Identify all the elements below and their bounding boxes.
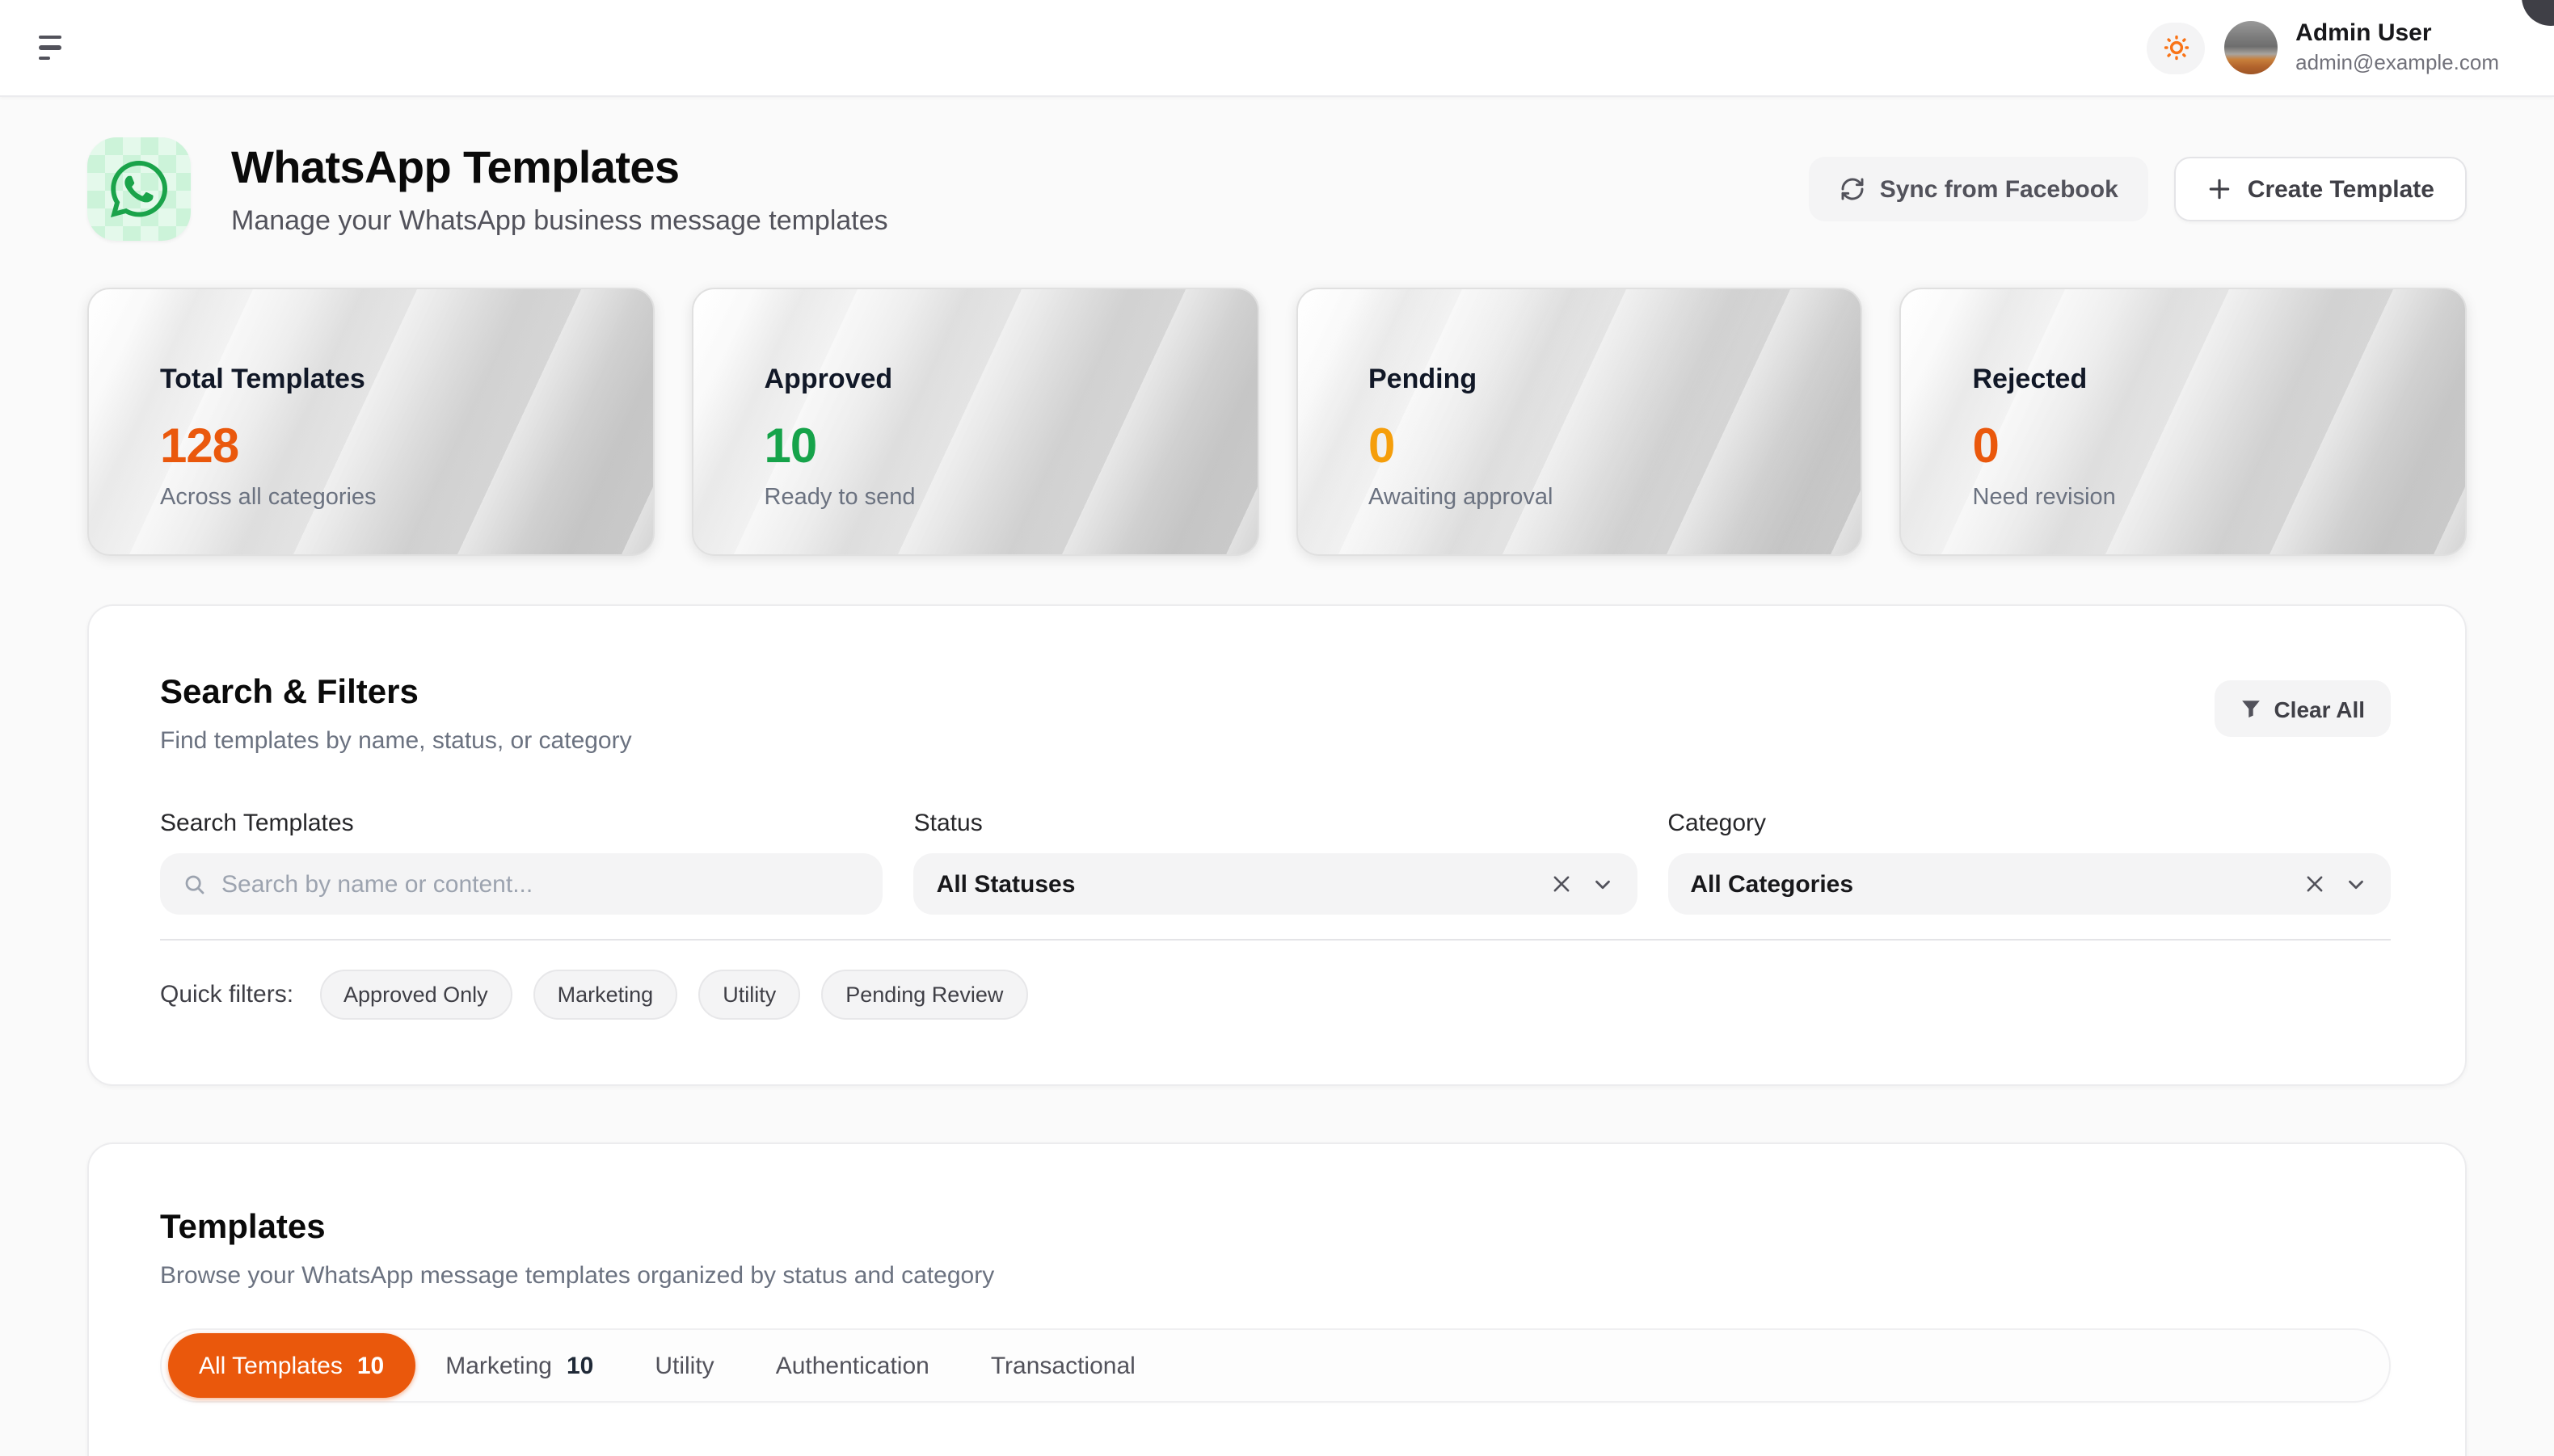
search-input-box: [160, 853, 883, 915]
stat-title: Pending: [1368, 364, 1829, 396]
user-meta: Admin User admin@example.com: [2295, 19, 2499, 76]
menu-icon: [39, 36, 61, 40]
status-clear-button[interactable]: [1546, 869, 1575, 898]
corner-ornament: [2522, 0, 2554, 26]
stat-caption: Ready to send: [765, 485, 1225, 511]
quick-filter-marketing[interactable]: Marketing: [533, 970, 678, 1020]
tab-label: Marketing: [445, 1352, 552, 1379]
quick-filters-row: Quick filters: Approved Only Marketing U…: [160, 970, 2391, 1020]
tab-authentication[interactable]: Authentication: [745, 1333, 960, 1398]
stats-row: Total Templates 128 Across all categorie…: [87, 288, 2467, 556]
category-label: Category: [1667, 810, 2391, 837]
stat-value: 128: [160, 420, 621, 475]
tab-label: Authentication: [776, 1352, 929, 1379]
topbar-user-area: Admin User admin@example.com: [2147, 19, 2499, 76]
page-header: WhatsApp Templates Manage your WhatsApp …: [87, 97, 2467, 241]
app-root: Admin User admin@example.com WhatsApp Te…: [0, 0, 2554, 1456]
stat-card-pending: Pending 0 Awaiting approval: [1296, 288, 1863, 556]
search-label: Search Templates: [160, 810, 883, 837]
status-label: Status: [914, 810, 1637, 837]
create-button-label: Create Template: [2248, 175, 2434, 203]
chevron-down-icon: [1590, 872, 1614, 896]
tab-count-badge: 10: [357, 1352, 384, 1379]
filters-header: Search & Filters Find templates by name,…: [160, 674, 2391, 755]
category-clear-button[interactable]: [2300, 869, 2329, 898]
sync-from-facebook-button[interactable]: Sync from Facebook: [1809, 157, 2149, 221]
stat-card-total: Total Templates 128 Across all categorie…: [87, 288, 655, 556]
filters-heading: Search & Filters: [160, 674, 632, 713]
templates-heading: Templates: [160, 1209, 2391, 1248]
funnel-icon: [2240, 698, 2261, 719]
stat-title: Rejected: [1973, 364, 2434, 396]
stat-card-rejected: Rejected 0 Need revision: [1900, 288, 2468, 556]
tab-utility[interactable]: Utility: [624, 1333, 744, 1398]
stat-caption: Across all categories: [160, 485, 621, 511]
status-select[interactable]: All Statuses: [914, 853, 1637, 915]
tab-all-templates[interactable]: All Templates 10: [168, 1333, 415, 1398]
quick-filter-pending-review[interactable]: Pending Review: [821, 970, 1027, 1020]
tab-count-badge: 10: [567, 1352, 593, 1379]
status-selected-value: All Statuses: [937, 870, 1532, 898]
page-subtitle: Manage your WhatsApp business message te…: [231, 204, 1768, 237]
menu-button[interactable]: [29, 26, 71, 70]
page-titles: WhatsApp Templates Manage your WhatsApp …: [231, 141, 1768, 237]
stat-title: Approved: [765, 364, 1225, 396]
templates-card: Templates Browse your WhatsApp message t…: [87, 1142, 2467, 1456]
sync-button-label: Sync from Facebook: [1880, 175, 2118, 203]
stat-value: 0: [1973, 420, 2434, 475]
search-field-group: Search Templates: [160, 810, 883, 915]
search-icon: [183, 872, 207, 896]
page-title: WhatsApp Templates: [231, 141, 1768, 193]
user-name: Admin User: [2295, 19, 2499, 50]
whatsapp-icon: [107, 157, 171, 221]
search-input[interactable]: [221, 870, 861, 898]
filter-grid: Search Templates Status All Statuses: [160, 810, 2391, 915]
tab-label: All Templates: [199, 1352, 343, 1379]
templates-tabbar: All Templates 10 Marketing 10 Utility Au…: [160, 1328, 2391, 1403]
clear-all-label: Clear All: [2274, 696, 2365, 722]
stat-caption: Need revision: [1973, 485, 2434, 511]
tab-label: Utility: [655, 1352, 714, 1379]
refresh-icon: [1840, 176, 1865, 202]
stat-value: 10: [765, 420, 1225, 475]
quick-filters-label: Quick filters:: [160, 981, 293, 1008]
category-select[interactable]: All Categories: [1667, 853, 2391, 915]
status-field-group: Status All Statuses: [914, 810, 1637, 915]
whatsapp-app-icon: [87, 137, 191, 241]
templates-subtitle: Browse your WhatsApp message templates o…: [160, 1262, 2391, 1290]
x-icon: [2303, 873, 2326, 895]
chevron-down-icon: [2344, 872, 2368, 896]
tab-transactional[interactable]: Transactional: [960, 1333, 1166, 1398]
header-actions: Sync from Facebook Create Template: [1809, 157, 2467, 221]
clear-all-button[interactable]: Clear All: [2214, 680, 2391, 737]
tab-marketing[interactable]: Marketing 10: [415, 1333, 624, 1398]
search-filters-card: Search & Filters Find templates by name,…: [87, 604, 2467, 1086]
filters-divider: [160, 939, 2391, 941]
stat-title: Total Templates: [160, 364, 621, 396]
avatar[interactable]: [2224, 21, 2278, 74]
user-email: admin@example.com: [2295, 50, 2499, 77]
category-field-group: Category All Categories: [1667, 810, 2391, 915]
main-content: WhatsApp Templates Manage your WhatsApp …: [0, 97, 2554, 1456]
stat-value: 0: [1368, 420, 1829, 475]
quick-filter-approved-only[interactable]: Approved Only: [319, 970, 512, 1020]
x-icon: [1549, 873, 1572, 895]
filters-subtitle: Find templates by name, status, or categ…: [160, 727, 632, 755]
category-selected-value: All Categories: [1690, 870, 2286, 898]
sun-icon: [2162, 34, 2189, 61]
quick-filter-utility[interactable]: Utility: [698, 970, 800, 1020]
plus-icon: [2207, 176, 2233, 202]
stat-caption: Awaiting approval: [1368, 485, 1829, 511]
stat-card-approved: Approved 10 Ready to send: [692, 288, 1259, 556]
topbar: Admin User admin@example.com: [0, 0, 2554, 97]
create-template-button[interactable]: Create Template: [2175, 157, 2467, 221]
theme-toggle-button[interactable]: [2147, 22, 2205, 74]
tab-label: Transactional: [991, 1352, 1136, 1379]
